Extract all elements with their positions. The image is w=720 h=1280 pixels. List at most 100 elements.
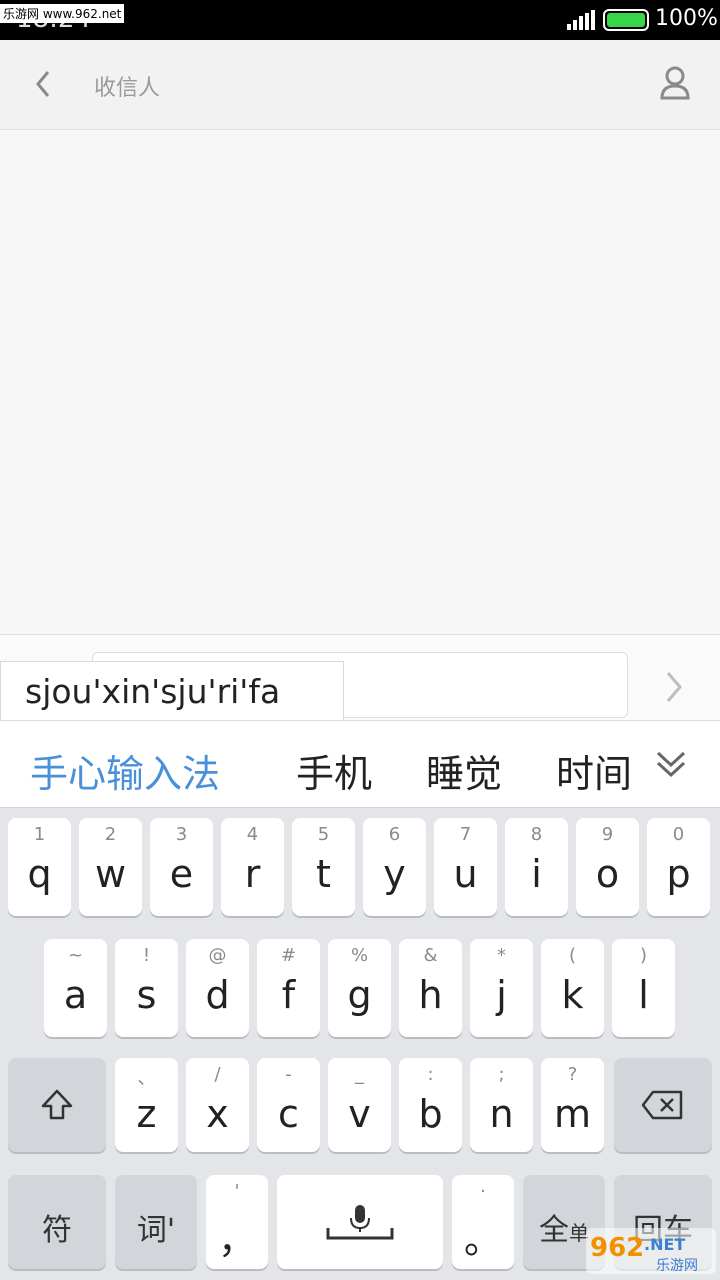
key-label: d	[205, 973, 230, 1017]
key-sub-label: ?	[567, 1064, 578, 1085]
key-label: o	[595, 852, 620, 896]
shift-icon	[41, 1089, 73, 1120]
key-sub-label: -	[285, 1064, 292, 1085]
person-icon	[660, 66, 690, 100]
key-label: l	[638, 973, 649, 1017]
comma-key-label: ，	[217, 1218, 256, 1262]
key-sub-label: 1	[33, 824, 46, 845]
title-bar: 收信人	[0, 40, 720, 130]
shift-key[interactable]	[8, 1058, 106, 1152]
key-h[interactable]: & h	[399, 939, 462, 1037]
key-sub-label: 7	[459, 824, 472, 845]
key-z[interactable]: 、 z	[115, 1058, 178, 1152]
key-n[interactable]: ; n	[470, 1058, 533, 1152]
backspace-icon	[641, 1090, 683, 1120]
key-sub-label: )	[639, 945, 648, 966]
watermark-number: 962	[590, 1233, 644, 1263]
key-x[interactable]: / x	[186, 1058, 249, 1152]
key-sub-label: &	[423, 945, 438, 966]
key-sub-label: #	[280, 945, 297, 966]
key-w[interactable]: 2w	[79, 818, 142, 916]
key-sub-label: @	[208, 945, 227, 966]
recipient-field[interactable]: 收信人	[94, 70, 160, 102]
double-chevron-down-icon	[656, 751, 686, 778]
key-m[interactable]: ? m	[541, 1058, 604, 1152]
symbol-key[interactable]: 符	[8, 1175, 106, 1269]
key-u[interactable]: 7u	[434, 818, 497, 916]
key-label: i	[531, 852, 542, 896]
key-label: x	[206, 1092, 229, 1136]
key-sub-label: 2	[104, 824, 117, 845]
message-area	[0, 131, 720, 634]
key-label: w	[94, 852, 127, 896]
key-label: c	[278, 1092, 299, 1136]
candidate-item[interactable]: 手机	[296, 743, 372, 798]
key-e[interactable]: 3e	[150, 818, 213, 916]
key-r[interactable]: 4r	[221, 818, 284, 916]
key-label: a	[63, 973, 88, 1017]
contact-button[interactable]	[650, 58, 700, 108]
key-sub-label: *	[497, 945, 506, 966]
candidate-item[interactable]: 睡觉	[426, 743, 502, 798]
key-q[interactable]: 1q	[8, 818, 71, 916]
key-s[interactable]: ! s	[115, 939, 178, 1037]
period-key[interactable]: · 。	[452, 1175, 514, 1269]
period-key-sub: ·	[480, 1181, 486, 1202]
candidate-item[interactable]: 手心输入法	[30, 743, 220, 798]
candidate-bar: 手心输入法 手机 睡觉 时间	[0, 720, 720, 808]
key-j[interactable]: * j	[470, 939, 533, 1037]
key-sub-label: ;	[498, 1064, 505, 1085]
key-p[interactable]: 0p	[647, 818, 710, 916]
key-sub-label: !	[142, 945, 151, 966]
microphone-icon	[326, 1205, 394, 1240]
key-sub-label: 3	[175, 824, 188, 845]
comma-key[interactable]: ' ，	[206, 1175, 268, 1269]
candidate-item[interactable]: 时间	[556, 743, 632, 798]
key-o[interactable]: 9o	[576, 818, 639, 916]
key-a[interactable]: ~ a	[44, 939, 107, 1037]
key-label: q	[27, 852, 52, 896]
key-label: v	[348, 1092, 371, 1136]
key-y[interactable]: 6y	[363, 818, 426, 916]
key-label: u	[453, 852, 478, 896]
key-sub-label: 4	[246, 824, 259, 845]
space-key[interactable]	[277, 1175, 443, 1269]
key-f[interactable]: # f	[257, 939, 320, 1037]
key-label: t	[316, 852, 331, 896]
key-sub-label: ~	[67, 945, 84, 966]
signal-icon	[567, 10, 595, 30]
key-sub-label: 8	[530, 824, 543, 845]
expand-candidates-button[interactable]	[648, 741, 694, 787]
key-label: p	[666, 852, 691, 896]
key-sub-label: _	[355, 1064, 364, 1085]
key-i[interactable]: 8i	[505, 818, 568, 916]
back-button[interactable]	[22, 62, 66, 106]
key-sub-label: 0	[672, 824, 685, 845]
watermark-logo: 962 .NET 乐游网	[586, 1228, 716, 1274]
comma-key-sub: '	[234, 1181, 240, 1202]
battery-percent: 100%	[655, 6, 718, 31]
word-key-label: 词'	[136, 1213, 176, 1248]
key-c[interactable]: -c	[257, 1058, 320, 1152]
chevron-right-icon	[666, 672, 682, 702]
key-b[interactable]: :b	[399, 1058, 462, 1152]
key-label: b	[418, 1092, 443, 1136]
key-sub-label: 6	[388, 824, 401, 845]
word-key[interactable]: 词'	[115, 1175, 197, 1269]
key-sub-label: 、	[137, 1068, 156, 1089]
key-v[interactable]: _ v	[328, 1058, 391, 1152]
send-button[interactable]	[654, 665, 694, 709]
key-k[interactable]: (k	[541, 939, 604, 1037]
symbol-key-label: 符	[42, 1213, 72, 1248]
period-key-label: 。	[463, 1218, 502, 1262]
key-sub-label: /	[214, 1064, 221, 1085]
key-sub-label: %	[350, 945, 369, 966]
key-l[interactable]: ) l	[612, 939, 675, 1037]
key-g[interactable]: % g	[328, 939, 391, 1037]
battery-icon	[603, 9, 649, 31]
backspace-key[interactable]	[614, 1058, 712, 1152]
key-d[interactable]: @ d	[186, 939, 249, 1037]
key-t[interactable]: 5t	[292, 818, 355, 916]
full-half-main: 全	[539, 1213, 569, 1248]
key-label: e	[169, 852, 194, 896]
